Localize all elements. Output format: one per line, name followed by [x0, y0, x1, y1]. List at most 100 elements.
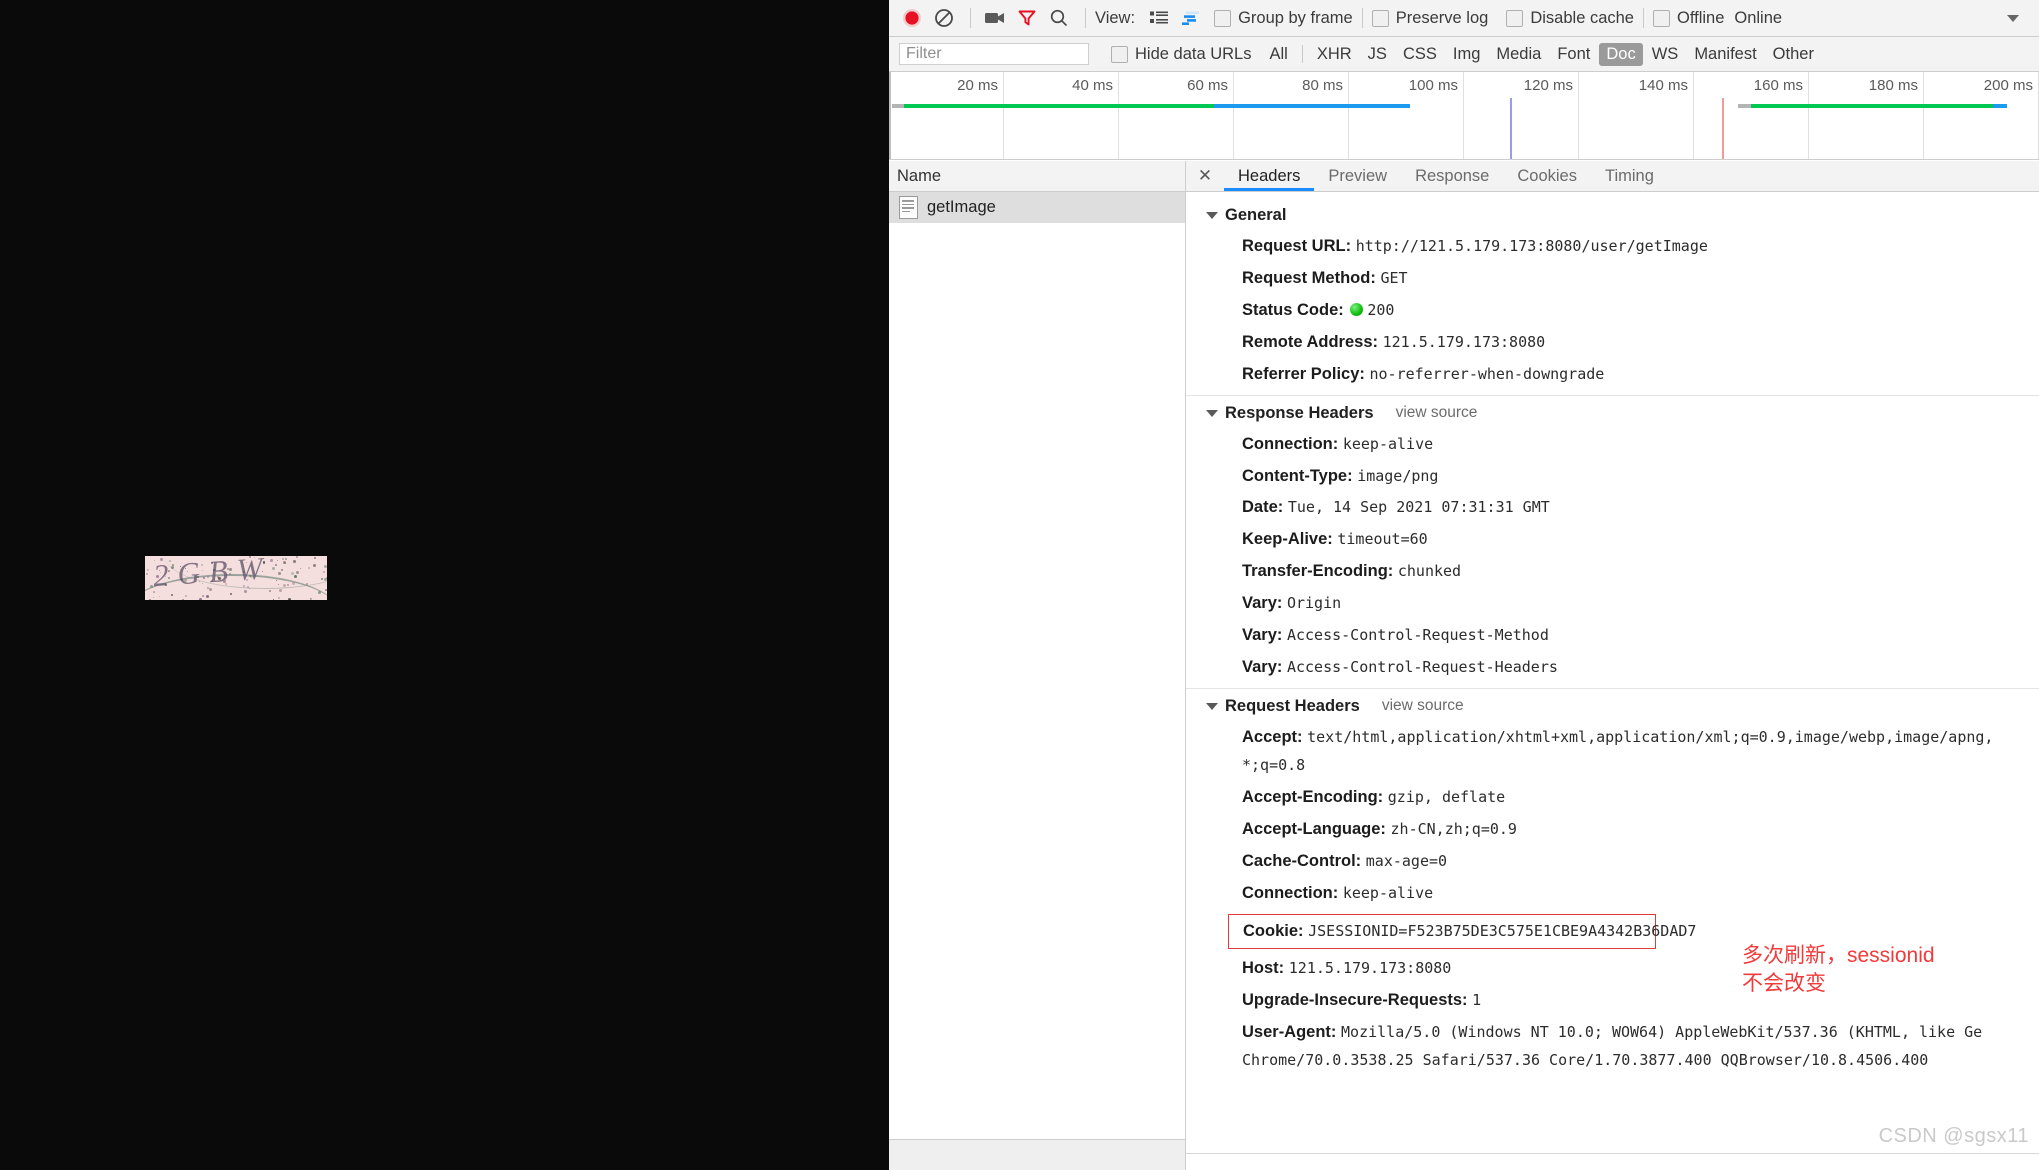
detail-tab-bar: ✕ HeadersPreviewResponseCookiesTiming	[1186, 161, 2039, 192]
header-value: chunked	[1398, 562, 1461, 580]
header-row: Transfer-Encoding: chunked	[1186, 556, 2039, 588]
header-row-inner: Accept-Language: zh-CN,zh;q=0.9	[1242, 820, 1517, 838]
filter-type-img[interactable]: Img	[1446, 43, 1488, 66]
triangle-down-icon[interactable]	[1206, 410, 1218, 417]
search-icon[interactable]	[1044, 4, 1074, 32]
filter-type-media[interactable]: Media	[1489, 43, 1548, 66]
headers-section: Response Headersview sourceConnection: k…	[1186, 395, 2039, 688]
triangle-down-icon[interactable]	[1206, 703, 1218, 710]
header-value: GET	[1380, 269, 1407, 287]
filter-funnel-icon[interactable]	[1012, 4, 1042, 32]
list-view-icon[interactable]	[1144, 4, 1174, 32]
header-key: Accept-Language:	[1242, 820, 1386, 838]
tab-headers[interactable]: Headers	[1224, 161, 1314, 191]
request-list-header[interactable]: Name	[889, 161, 1185, 192]
hide-data-urls-checkbox[interactable]: Hide data URLs	[1111, 45, 1251, 64]
filter-type-all[interactable]: All	[1262, 43, 1294, 66]
bar-queue-segment	[1738, 104, 1751, 108]
disable-cache-checkbox[interactable]: Disable cache	[1506, 9, 1634, 28]
browser-page-area: 2GBW	[0, 0, 889, 1170]
section-title-label: General	[1225, 206, 1286, 225]
filter-type-xhr[interactable]: XHR	[1310, 43, 1359, 66]
overview-tick-label: 160 ms	[1754, 77, 1809, 94]
header-value: 121.5.179.173:8080	[1383, 333, 1546, 351]
header-row-inner: Remote Address: 121.5.179.173:8080	[1242, 333, 1545, 351]
header-value: keep-alive	[1343, 435, 1433, 453]
captcha-noise-dot	[318, 591, 321, 594]
offline-checkbox[interactable]: Offline	[1653, 9, 1724, 28]
captcha-image[interactable]: 2GBW	[145, 556, 327, 600]
header-value: zh-CN,zh;q=0.9	[1391, 820, 1517, 838]
captcha-noise-dot	[171, 594, 173, 596]
checkbox-box	[1111, 46, 1128, 63]
waterfall-view-icon[interactable]	[1176, 4, 1206, 32]
view-source-link[interactable]: view source	[1382, 697, 1464, 715]
chevron-down-icon[interactable]	[2007, 15, 2019, 22]
captcha-noise-dot	[201, 564, 203, 566]
header-row-inner: Referrer Policy: no-referrer-when-downgr…	[1242, 365, 1604, 383]
header-key: Transfer-Encoding:	[1242, 562, 1393, 580]
captcha-noise-dot	[197, 576, 199, 578]
header-key: Connection:	[1242, 884, 1338, 902]
network-overview-timeline[interactable]: 20 ms40 ms60 ms80 ms100 ms120 ms140 ms16…	[889, 72, 2039, 160]
online-throttle-label[interactable]: Online	[1734, 9, 1782, 28]
section-title-label: Response Headers	[1225, 404, 1374, 423]
overview-tick-label: 120 ms	[1524, 77, 1579, 94]
filter-input[interactable]	[899, 43, 1089, 65]
section-header[interactable]: General	[1186, 198, 2039, 231]
camera-icon[interactable]	[980, 4, 1010, 32]
devtools-network-panel: View:	[889, 0, 2039, 1170]
request-list-body: getImage	[889, 192, 1185, 1139]
checkbox-box	[1506, 10, 1523, 27]
captcha-noise-dot	[281, 569, 283, 571]
filter-type-css[interactable]: CSS	[1396, 43, 1444, 66]
captcha-noise-dot	[308, 567, 310, 569]
header-row: Keep-Alive: timeout=60	[1186, 524, 2039, 556]
captcha-noise-dot	[169, 560, 171, 562]
status-ok-dot-icon	[1350, 303, 1363, 316]
header-value: 200	[1367, 301, 1394, 319]
filter-type-divider	[1302, 45, 1303, 63]
header-row: Accept-Language: zh-CN,zh;q=0.9	[1186, 814, 2039, 846]
header-row: Request Method: GET	[1186, 263, 2039, 295]
section-header[interactable]: Response Headers view source	[1186, 396, 2039, 429]
header-row: Cookie: JSESSIONID=F523B75DE3C575E1CBE9A…	[1186, 910, 2039, 954]
header-value: Origin	[1287, 594, 1341, 612]
preserve-log-checkbox[interactable]: Preserve log	[1372, 9, 1489, 28]
tab-timing[interactable]: Timing	[1591, 161, 1668, 191]
request-row-getimage[interactable]: getImage	[889, 192, 1185, 223]
captcha-noise-dot	[262, 571, 263, 572]
tab-cookies[interactable]: Cookies	[1503, 161, 1591, 191]
captcha-noise-dot	[323, 571, 325, 573]
filter-type-manifest[interactable]: Manifest	[1687, 43, 1763, 66]
filter-type-other[interactable]: Other	[1766, 43, 1821, 66]
filter-type-js[interactable]: JS	[1361, 43, 1394, 66]
bar-wait-segment	[904, 104, 1215, 108]
tab-response[interactable]: Response	[1401, 161, 1503, 191]
close-icon[interactable]: ✕	[1186, 161, 1224, 191]
header-row-inner: Cache-Control: max-age=0	[1242, 852, 1447, 870]
header-key: Request Method:	[1242, 269, 1376, 287]
network-toolbar: View:	[889, 0, 2039, 37]
toolbar-divider-2	[1085, 8, 1086, 28]
group-by-frame-checkbox[interactable]: Group by frame	[1214, 9, 1353, 28]
clear-no-entry-icon[interactable]	[929, 4, 959, 32]
header-row: Chrome/70.0.3538.25 Safari/537.36 Core/1…	[1186, 1049, 2039, 1077]
captcha-noise-dot	[211, 562, 213, 564]
record-circle-icon[interactable]	[897, 4, 927, 32]
captcha-noise-dot	[187, 571, 188, 572]
header-row-inner: Content-Type: image/png	[1242, 467, 1438, 485]
filter-type-font[interactable]: Font	[1550, 43, 1597, 66]
triangle-down-icon[interactable]	[1206, 212, 1218, 219]
header-row: Status Code: 200	[1186, 295, 2039, 327]
section-header[interactable]: Request Headersview source	[1186, 689, 2039, 722]
filter-type-doc[interactable]: Doc	[1599, 43, 1642, 66]
header-row: Date: Tue, 14 Sep 2021 07:31:31 GMT	[1186, 492, 2039, 524]
captcha-noise-dot	[185, 595, 187, 597]
header-row-inner: Host: 121.5.179.173:8080	[1242, 959, 1451, 977]
captcha-noise-dot	[156, 575, 159, 578]
tab-preview[interactable]: Preview	[1314, 161, 1401, 191]
header-row: Accept-Encoding: gzip, deflate	[1186, 782, 2039, 814]
view-source-link[interactable]: view source	[1396, 404, 1478, 422]
filter-type-ws[interactable]: WS	[1645, 43, 1686, 66]
